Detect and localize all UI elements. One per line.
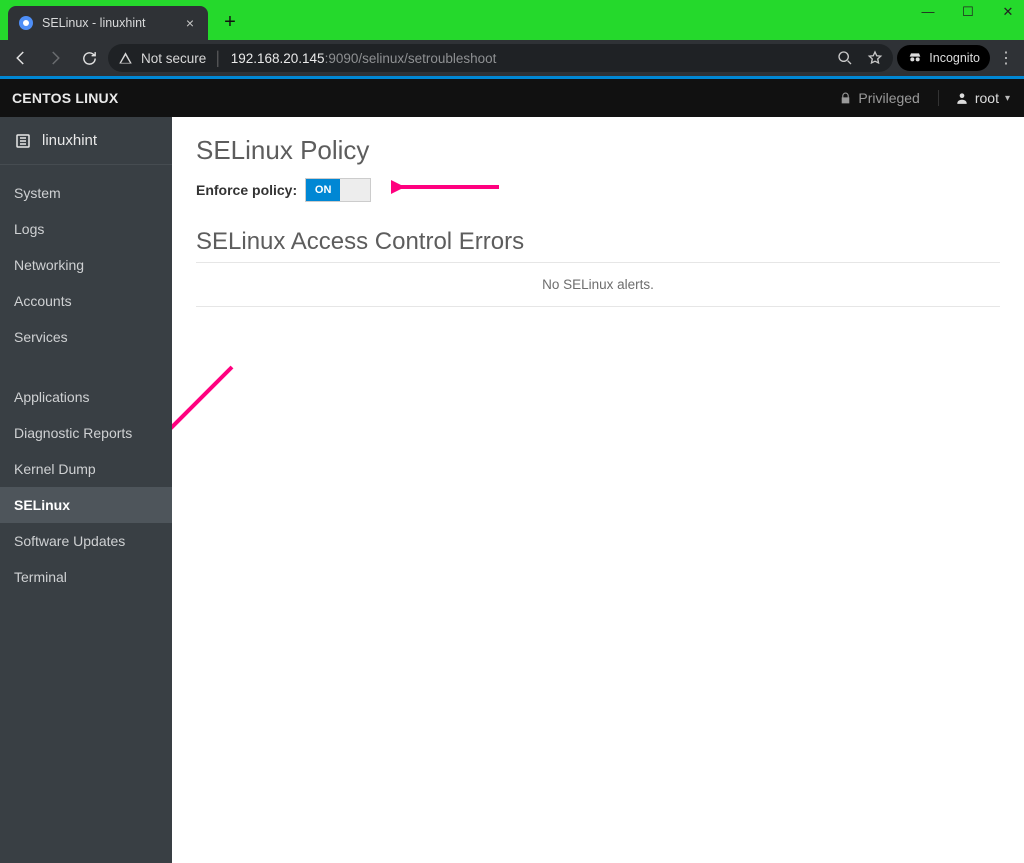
sidebar-item-networking[interactable]: Networking xyxy=(0,247,172,283)
not-secure-label: Not secure xyxy=(141,51,206,66)
server-icon xyxy=(14,132,32,150)
page-heading-errors: SELinux Access Control Errors xyxy=(196,228,1000,256)
user-menu[interactable]: root ▾ xyxy=(938,90,1010,106)
browser-tab[interactable]: SELinux - linuxhint × xyxy=(8,6,208,40)
enforce-policy-row: Enforce policy: ON xyxy=(196,178,1000,202)
not-secure-icon xyxy=(118,51,133,66)
url-path: :9090/selinux/setroubleshoot xyxy=(325,51,497,66)
enforce-policy-toggle[interactable]: ON xyxy=(305,178,371,202)
sidebar-item-kernel-dump[interactable]: Kernel Dump xyxy=(0,451,172,487)
bookmark-star-icon[interactable] xyxy=(867,50,883,66)
annotation-arrow-icon xyxy=(391,177,501,197)
address-separator: │ xyxy=(214,51,222,66)
app-topbar: CENTOS LINUX Privileged root ▾ xyxy=(0,76,1024,117)
sidebar-item-selinux[interactable]: SELinux xyxy=(0,487,172,523)
sidebar-item-system[interactable]: System xyxy=(0,175,172,211)
new-tab-button[interactable]: + xyxy=(216,8,244,36)
toggle-on-label: ON xyxy=(306,179,340,201)
tab-favicon-icon xyxy=(18,15,34,31)
annotation-arrow-icon xyxy=(172,357,242,467)
tab-title: SELinux - linuxhint xyxy=(42,16,146,30)
sidebar-item-software-updates[interactable]: Software Updates xyxy=(0,523,172,559)
incognito-indicator[interactable]: Incognito xyxy=(897,45,990,71)
nav-back-icon[interactable] xyxy=(6,43,36,73)
toggle-off-side xyxy=(340,179,370,201)
sidebar-item-accounts[interactable]: Accounts xyxy=(0,283,172,319)
brand-label: CENTOS LINUX xyxy=(0,90,118,106)
window-minimize-icon[interactable]: — xyxy=(918,4,938,20)
address-bar[interactable]: Not secure │ 192.168.20.145:9090/selinux… xyxy=(108,44,893,72)
main-content: SELinux Policy Enforce policy: ON SELinu… xyxy=(172,117,1024,863)
username-label: root xyxy=(975,90,999,106)
incognito-icon xyxy=(907,50,923,66)
sidebar: linuxhint SystemLogsNetworkingAccountsSe… xyxy=(0,117,172,863)
enforce-policy-label: Enforce policy: xyxy=(196,182,297,198)
window-titlebar: SELinux - linuxhint × + — ☐ ✕ xyxy=(0,0,1024,40)
browser-menu-icon[interactable]: ⋮ xyxy=(994,48,1018,68)
user-icon xyxy=(955,91,969,105)
privileged-indicator[interactable]: Privileged xyxy=(839,90,919,106)
hostname-label: linuxhint xyxy=(42,132,97,149)
tab-close-icon[interactable]: × xyxy=(182,15,198,31)
empty-alerts-message: No SELinux alerts. xyxy=(196,263,1000,307)
browser-toolbar: Not secure │ 192.168.20.145:9090/selinux… xyxy=(0,40,1024,76)
window-controls: — ☐ ✕ xyxy=(918,4,1018,20)
nav-reload-icon[interactable] xyxy=(74,43,104,73)
page-heading-policy: SELinux Policy xyxy=(196,135,1000,166)
sidebar-item-applications[interactable]: Applications xyxy=(0,379,172,415)
privileged-label: Privileged xyxy=(858,90,919,106)
window-maximize-icon[interactable]: ☐ xyxy=(958,4,978,20)
window-close-icon[interactable]: ✕ xyxy=(998,4,1018,20)
lock-icon xyxy=(839,92,852,105)
zoom-icon[interactable] xyxy=(837,50,853,66)
nav-forward-icon[interactable] xyxy=(40,43,70,73)
url-host: 192.168.20.145 xyxy=(231,51,325,66)
sidebar-item-services[interactable]: Services xyxy=(0,319,172,355)
sidebar-item-diagnostic-reports[interactable]: Diagnostic Reports xyxy=(0,415,172,451)
sidebar-item-terminal[interactable]: Terminal xyxy=(0,559,172,595)
incognito-label: Incognito xyxy=(929,51,980,65)
sidebar-item-logs[interactable]: Logs xyxy=(0,211,172,247)
chevron-down-icon: ▾ xyxy=(1005,93,1010,104)
host-selector[interactable]: linuxhint xyxy=(0,117,172,165)
